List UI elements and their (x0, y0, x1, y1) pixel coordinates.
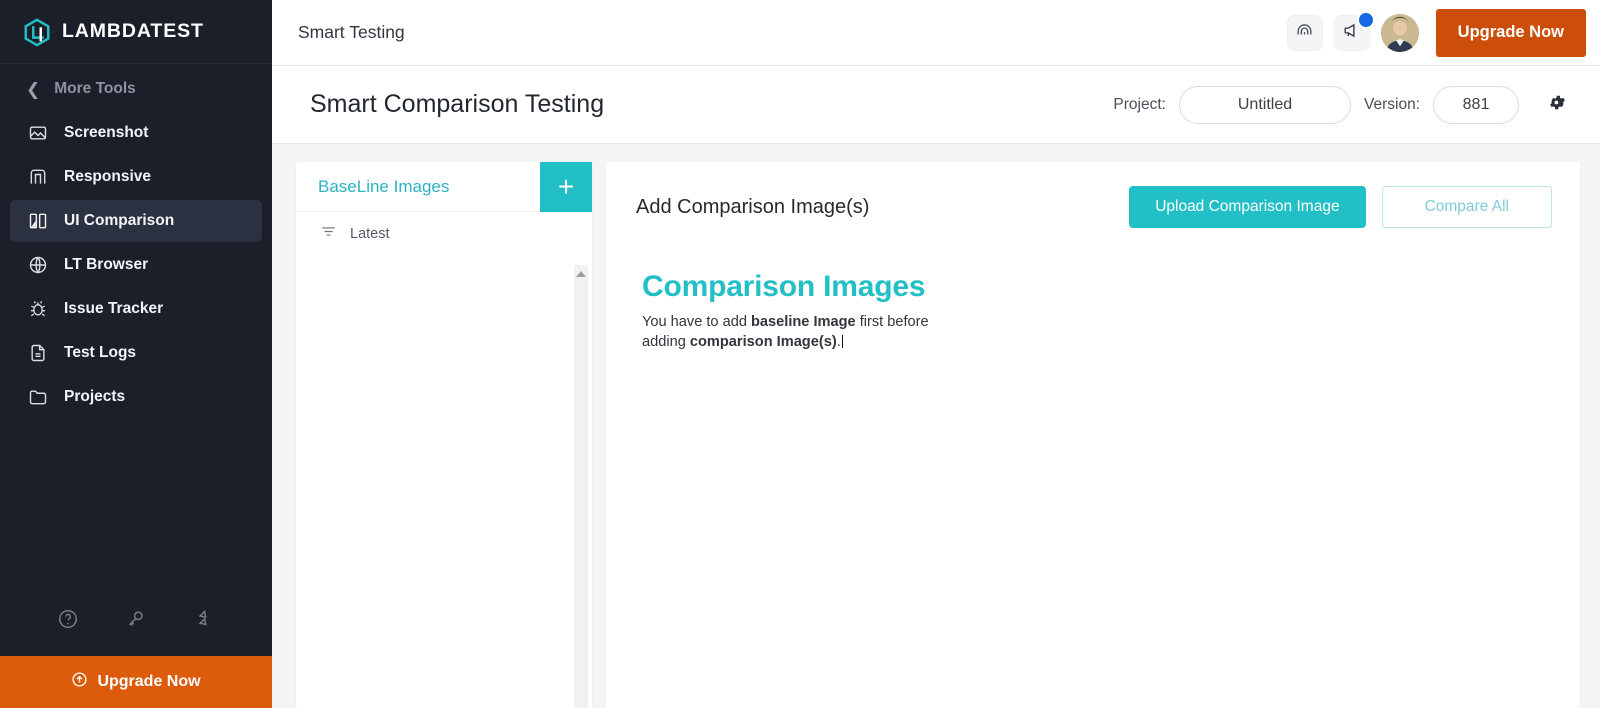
baseline-images-panel: BaseLine Images + Latest (296, 161, 592, 708)
baseline-filter-row[interactable]: Latest (296, 212, 592, 255)
signal-arc-icon (1295, 21, 1314, 45)
gear-icon (1548, 93, 1567, 117)
ui-comparison-icon (28, 211, 48, 231)
responsive-icon (28, 167, 48, 187)
compare-all-button[interactable]: Compare All (1381, 186, 1552, 228)
page-header-bar: Smart Comparison Testing Project: Untitl… (272, 66, 1600, 144)
top-bar: Smart Testing Upgrade Now (272, 0, 1600, 66)
top-upgrade-button[interactable]: Upgrade Now (1435, 8, 1586, 57)
user-avatar[interactable] (1380, 13, 1419, 52)
version-input[interactable]: 881 (1433, 85, 1519, 124)
comparison-images-panel: Add Comparison Image(s) Upload Compariso… (606, 162, 1580, 708)
sidebar-footer-icons (0, 608, 272, 656)
sidebar-item-label: Projects (64, 388, 126, 405)
top-bar-actions: Upgrade Now (1286, 8, 1586, 57)
sidebar-item-issue-tracker[interactable]: Issue Tracker (10, 288, 262, 330)
comparison-panel-header: Add Comparison Image(s) Upload Compariso… (636, 186, 1552, 228)
empty-text-bold-2: comparison Image(s) (689, 333, 837, 350)
empty-text-part-3: . (836, 333, 841, 350)
arrow-up-circle-icon (71, 671, 88, 693)
comparison-panel-actions: Upload Comparison Image Compare All (1129, 186, 1552, 228)
empty-state-title: Comparison Images (642, 270, 926, 303)
key-icon[interactable] (125, 608, 147, 630)
more-tools-back[interactable]: ❮ More Tools (0, 64, 272, 112)
sidebar-item-lt-browser[interactable]: LT Browser (10, 244, 262, 286)
content-area: BaseLine Images + Latest Add Comparison … (272, 144, 1600, 708)
text-cursor (841, 334, 843, 348)
upload-comparison-image-button[interactable]: Upload Comparison Image (1129, 186, 1366, 228)
notification-badge (1356, 10, 1375, 29)
folder-icon (28, 387, 48, 407)
lambdatest-hexagon-logo-icon (22, 17, 52, 47)
sidebar-item-label: LT Browser (64, 256, 149, 273)
comparison-panel-title: Add Comparison Image(s) (636, 195, 870, 218)
image-icon (28, 123, 48, 143)
integrations-icon[interactable] (193, 608, 215, 630)
help-circle-icon[interactable] (57, 608, 79, 630)
empty-text-bold-1: baseline Image (751, 314, 856, 330)
project-label: Project: (1113, 95, 1166, 113)
page-header-controls: Project: Untitled Version: 881 (1113, 85, 1576, 124)
sort-filter-icon (320, 223, 337, 244)
page-title: Smart Comparison Testing (310, 90, 605, 118)
version-label: Version: (1363, 95, 1420, 113)
project-input[interactable]: Untitled (1178, 85, 1351, 124)
announcement-button[interactable] (1333, 10, 1375, 51)
sidebar-item-label: Test Logs (64, 344, 137, 361)
empty-state-text: You have to add baseline Image first bef… (642, 313, 942, 352)
empty-text-part-1: You have to add (642, 314, 752, 330)
baseline-filter-label: Latest (350, 225, 390, 242)
sidebar-item-screenshot[interactable]: Screenshot (10, 112, 262, 154)
baseline-images-list (296, 255, 592, 708)
top-upgrade-label: Upgrade Now (1457, 23, 1564, 41)
sidebar-item-ui-comparison[interactable]: UI Comparison (10, 200, 262, 242)
baseline-panel-title: BaseLine Images (318, 176, 450, 196)
globe-icon (28, 255, 48, 275)
sidebar-item-projects[interactable]: Projects (10, 376, 262, 418)
sidebar-nav: Screenshot Responsive UI Comparison LT B… (0, 112, 272, 418)
settings-button[interactable] (1538, 85, 1576, 124)
bug-icon (28, 299, 48, 319)
baseline-panel-header: BaseLine Images + (296, 161, 592, 212)
signal-arc-button[interactable] (1286, 14, 1323, 51)
sidebar-item-label: UI Comparison (64, 212, 175, 229)
sidebar-item-test-logs[interactable]: Test Logs (10, 332, 262, 374)
sidebar: LAMBDATEST ❮ More Tools Screenshot Respo… (0, 0, 272, 708)
add-baseline-image-button[interactable]: + (540, 161, 592, 212)
sidebar-item-responsive[interactable]: Responsive (10, 156, 262, 198)
top-bar-title: Smart Testing (298, 22, 405, 42)
chevron-left-icon: ❮ (26, 79, 41, 99)
sidebar-upgrade-button[interactable]: Upgrade Now (0, 656, 272, 708)
document-icon (28, 343, 48, 363)
more-tools-label: More Tools (54, 80, 136, 97)
sidebar-item-label: Responsive (64, 168, 152, 185)
sidebar-item-label: Screenshot (64, 124, 149, 141)
main-area: Smart Testing Upgrade Now Smart Comparis… (272, 0, 1600, 708)
comparison-empty-state: Comparison Images You have to add baseli… (636, 228, 1552, 352)
brand-logo-area[interactable]: LAMBDATEST (0, 0, 272, 64)
sidebar-item-label: Issue Tracker (64, 300, 164, 317)
brand-name: LAMBDATEST (62, 20, 204, 42)
sidebar-upgrade-label: Upgrade Now (97, 673, 201, 690)
baseline-scrollbar[interactable] (574, 265, 588, 708)
scroll-up-arrow-icon[interactable] (576, 271, 586, 277)
app-root: LAMBDATEST ❮ More Tools Screenshot Respo… (0, 0, 1600, 708)
